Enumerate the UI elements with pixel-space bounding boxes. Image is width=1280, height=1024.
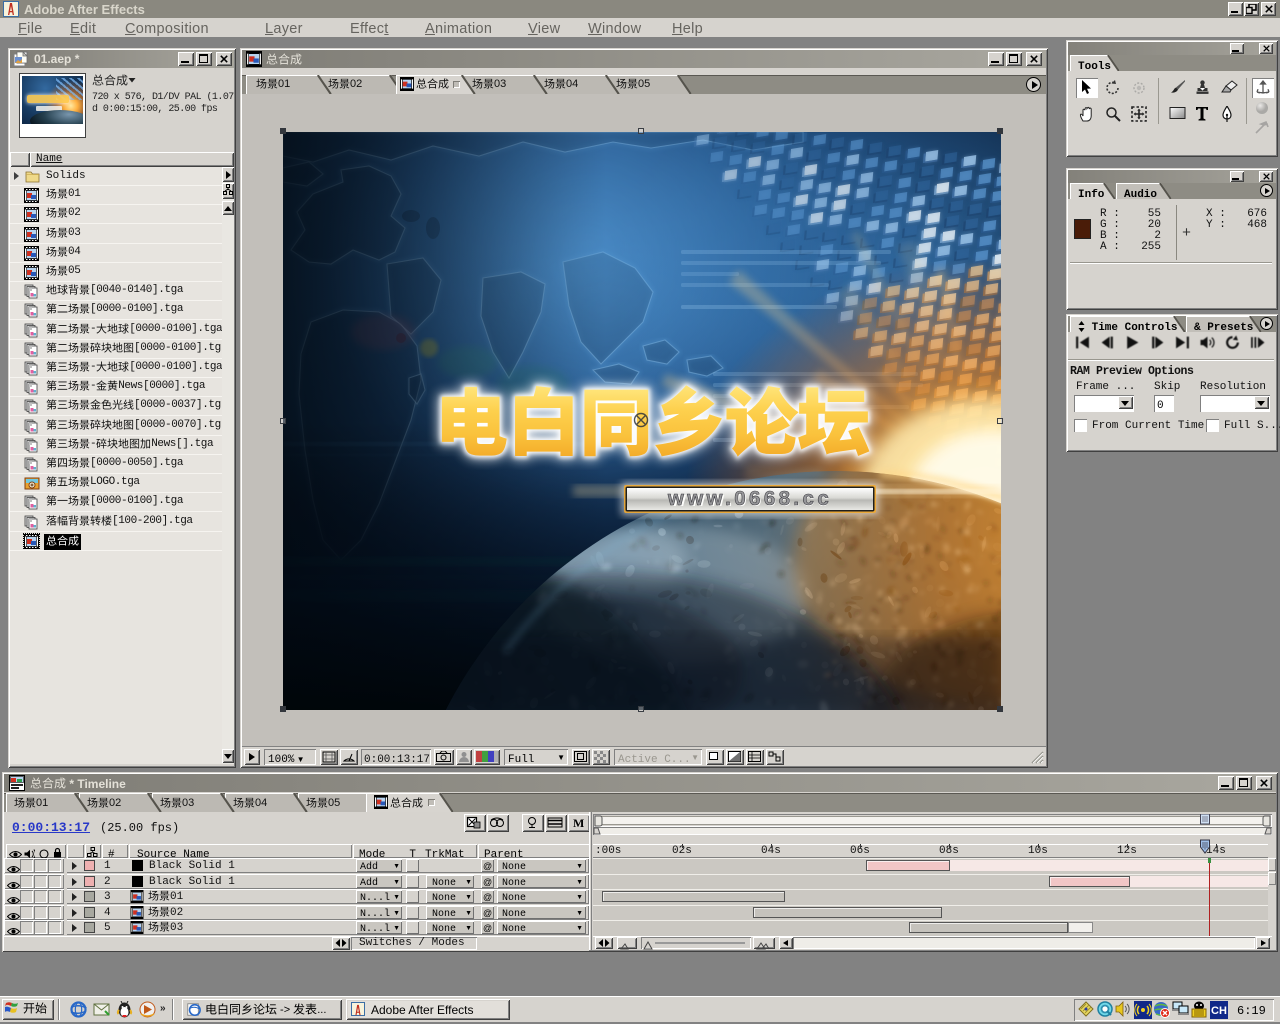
- svg-text:CH: CH: [1211, 1005, 1227, 1017]
- svg-text:www.0668.cc: www.0668.cc: [667, 487, 832, 510]
